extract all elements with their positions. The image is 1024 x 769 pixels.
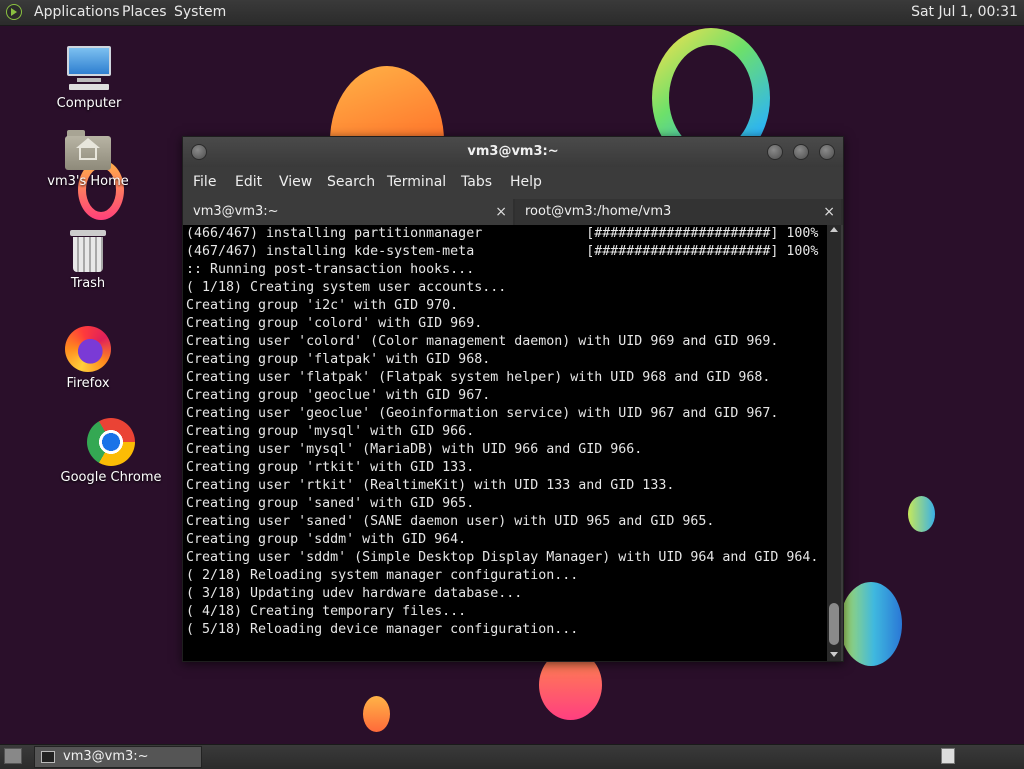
terminal-line: (467/467) installing kde-system-meta [##… <box>186 244 819 259</box>
desktop-icon-label: vm3's Home <box>47 174 129 189</box>
tab-close-icon[interactable]: × <box>495 199 507 225</box>
window-titlebar[interactable]: vm3@vm3:~ <box>183 137 843 167</box>
show-desktop-icon[interactable] <box>4 748 22 764</box>
terminal-line: Creating user 'colord' (Color management… <box>186 334 779 349</box>
desktop-icon-label: Google Chrome <box>60 470 162 485</box>
terminal-line: Creating group 'geoclue' with GID 967. <box>186 388 491 403</box>
terminal-line: Creating group 'sddm' with GID 964. <box>186 532 467 547</box>
wallpaper-small-orange-bubble <box>363 696 390 732</box>
home-folder-icon <box>65 130 111 170</box>
terminal-line: Creating user 'mysql' (MariaDB) with UID… <box>186 442 643 457</box>
terminal-scrollbar[interactable] <box>827 225 841 661</box>
tab-label: vm3@vm3:~ <box>193 204 279 219</box>
scrollbar-thumb[interactable] <box>829 603 839 645</box>
wallpaper-bluegreen-bubble <box>840 582 902 666</box>
panel-clock[interactable]: Sat Jul 1, 00:31 <box>911 0 1018 25</box>
window-title: vm3@vm3:~ <box>467 144 559 159</box>
firefox-icon <box>65 326 111 372</box>
scroll-up-arrow-icon[interactable] <box>830 227 838 232</box>
menu-view[interactable]: View <box>279 169 312 195</box>
menu-file[interactable]: File <box>193 169 216 195</box>
computer-icon <box>65 46 113 92</box>
desktop-icon-label: Trash <box>70 276 106 291</box>
terminal-line: Creating group 'rtkit' with GID 133. <box>186 460 475 475</box>
terminal-line: Creating user 'rtkit' (RealtimeKit) with… <box>186 478 675 493</box>
terminal-line: Creating group 'mysql' with GID 966. <box>186 424 475 439</box>
wallpaper-green-bubble <box>908 496 935 532</box>
terminal-line: Creating group 'saned' with GID 965. <box>186 496 475 511</box>
tab-label: root@vm3:/home/vm3 <box>525 204 672 219</box>
taskbar-button-terminal[interactable]: vm3@vm3:~ <box>34 746 202 768</box>
bottom-panel: vm3@vm3:~ <box>0 744 1024 769</box>
terminal-icon <box>41 751 55 763</box>
top-panel: Applications Places System Sat Jul 1, 00… <box>0 0 1024 26</box>
terminal-tabbar: vm3@vm3:~ × root@vm3:/home/vm3 × <box>183 199 843 225</box>
menu-help[interactable]: Help <box>510 169 542 195</box>
menu-terminal[interactable]: Terminal <box>387 169 446 195</box>
desktop-icon-label: Computer <box>56 96 122 111</box>
terminal-line: Creating user 'saned' (SANE daemon user)… <box>186 514 715 529</box>
menu-applications[interactable]: Applications <box>34 0 120 25</box>
terminal-menubar: File Edit View Search Terminal Tabs Help <box>183 169 843 195</box>
terminal-output[interactable]: (466/467) installing partitionmanager [#… <box>183 225 827 661</box>
scroll-down-arrow-icon[interactable] <box>830 652 838 657</box>
menu-edit[interactable]: Edit <box>235 169 262 195</box>
terminal-line: Creating group 'i2c' with GID 970. <box>186 298 459 313</box>
terminal-window: vm3@vm3:~ File Edit View Search Terminal… <box>182 136 844 662</box>
terminal-line: ( 1/18) Creating system user accounts... <box>186 280 507 295</box>
distro-logo-icon[interactable] <box>6 4 22 20</box>
desktop-icon-label: Firefox <box>66 376 110 391</box>
trash-icon <box>70 230 106 272</box>
taskbar-label: vm3@vm3:~ <box>63 749 149 764</box>
terminal-line: Creating group 'flatpak' with GID 968. <box>186 352 491 367</box>
desktop-icon-trash[interactable]: Trash <box>33 230 143 291</box>
desktop-icon-firefox[interactable]: Firefox <box>33 326 143 391</box>
terminal-line: Creating group 'colord' with GID 969. <box>186 316 483 331</box>
menu-system[interactable]: System <box>174 0 226 25</box>
terminal-line: ( 5/18) Reloading device manager configu… <box>186 622 579 637</box>
desktop-icon-home[interactable]: vm3's Home <box>33 130 143 189</box>
minimize-button[interactable] <box>767 144 783 160</box>
tab-close-icon[interactable]: × <box>823 199 835 225</box>
menu-search[interactable]: Search <box>327 169 375 195</box>
desktop-icon-computer[interactable]: Computer <box>34 46 144 111</box>
terminal-line: ( 2/18) Reloading system manager configu… <box>186 568 579 583</box>
desktop-icon-chrome[interactable]: Google Chrome <box>56 418 166 485</box>
menu-tabs[interactable]: Tabs <box>461 169 492 195</box>
maximize-button[interactable] <box>793 144 809 160</box>
menu-places[interactable]: Places <box>122 0 167 25</box>
chrome-icon <box>87 418 135 466</box>
terminal-line: Creating user 'flatpak' (Flatpak system … <box>186 370 771 385</box>
terminal-line: (466/467) installing partitionmanager [#… <box>186 226 819 241</box>
workspace-switcher[interactable] <box>941 748 955 764</box>
terminal-line: ( 3/18) Updating udev hardware database.… <box>186 586 523 601</box>
tab-vm3[interactable]: vm3@vm3:~ × <box>183 199 513 225</box>
tab-root[interactable]: root@vm3:/home/vm3 × <box>515 199 841 225</box>
close-button[interactable] <box>819 144 835 160</box>
terminal-line: ( 4/18) Creating temporary files... <box>186 604 467 619</box>
terminal-line: Creating user 'sddm' (Simple Desktop Dis… <box>186 550 819 565</box>
terminal-line: :: Running post-transaction hooks... <box>186 262 475 277</box>
terminal-line: Creating user 'geoclue' (Geoinformation … <box>186 406 779 421</box>
